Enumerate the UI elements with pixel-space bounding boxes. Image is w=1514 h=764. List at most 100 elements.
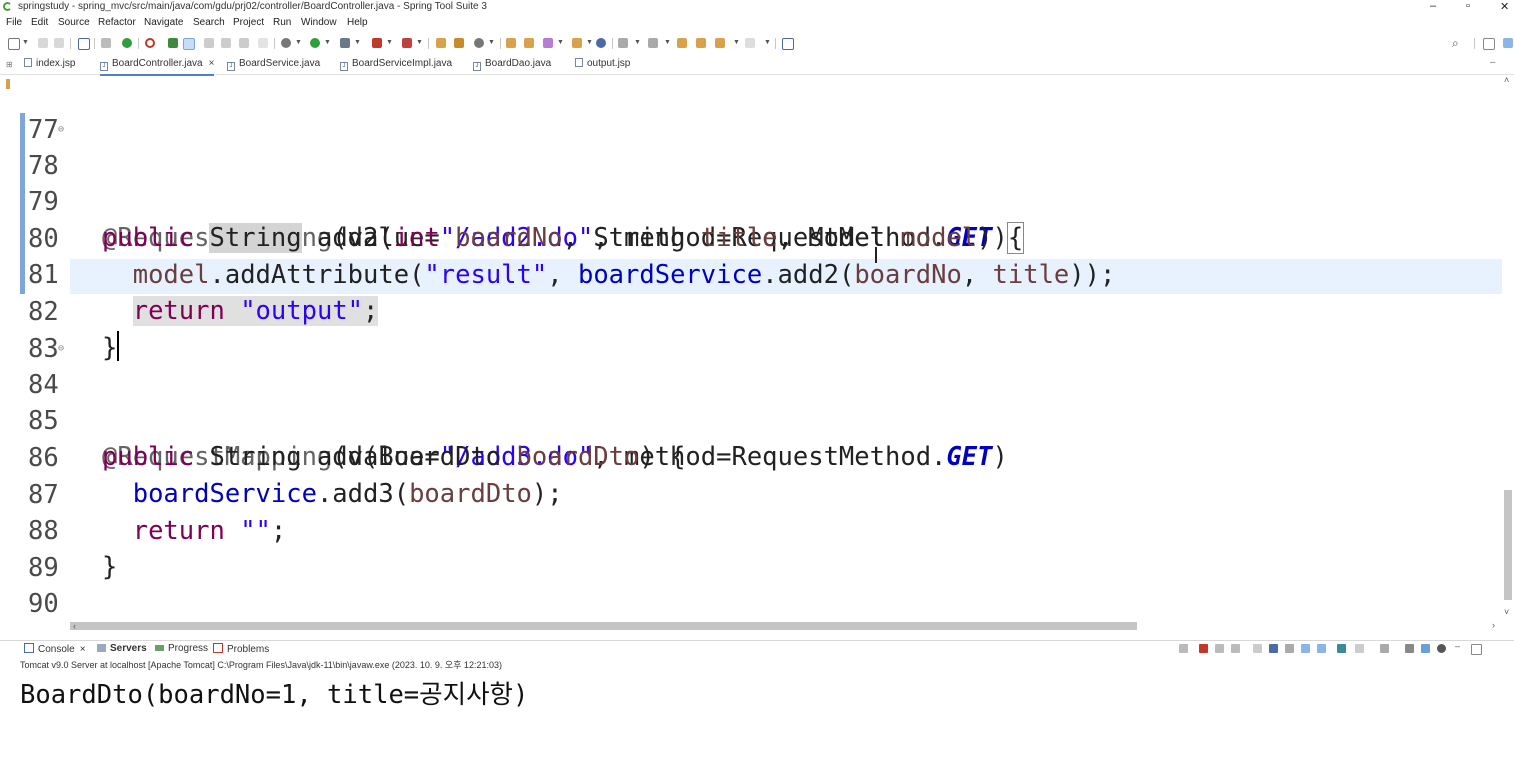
toggle-icon[interactable]	[204, 38, 214, 48]
debug-icon[interactable]	[281, 38, 291, 48]
new-console-icon[interactable]	[1405, 644, 1414, 653]
word-wrap-icon[interactable]	[1285, 644, 1294, 653]
code-editor[interactable]: 77 78 ⊖ @RequestMapping(value="/add2.do"…	[18, 75, 1502, 620]
save-all-icon[interactable]	[54, 38, 64, 48]
tab-console[interactable]: Console ×	[24, 643, 86, 655]
tab-progress[interactable]: Progress	[155, 643, 208, 654]
maximize-panel-icon[interactable]	[1471, 644, 1482, 655]
pen-icon[interactable]	[543, 38, 553, 48]
restore-button[interactable]: ▫	[1466, 0, 1470, 12]
start-server-icon[interactable]	[122, 38, 132, 48]
minimize-button[interactable]: –	[1430, 0, 1436, 12]
spring-icon[interactable]	[168, 38, 178, 48]
menu-project[interactable]: Project	[233, 17, 264, 28]
scroll-up-icon[interactable]: ˄	[1504, 75, 1509, 85]
back-arrow-icon[interactable]	[715, 38, 725, 48]
horizontal-scroll-thumb[interactable]	[70, 622, 1137, 630]
new-icon[interactable]	[8, 38, 20, 50]
tab-output-jsp[interactable]: output.jsp	[575, 58, 630, 74]
close-button[interactable]: ✕	[1500, 0, 1509, 13]
tab-board-service[interactable]: J BoardService.java	[227, 58, 320, 74]
chevron-down-icon[interactable]: ▼	[416, 39, 423, 46]
show-stdout-icon[interactable]	[1301, 644, 1310, 653]
menu-navigate[interactable]: Navigate	[144, 17, 183, 28]
forward-arrow-icon[interactable]	[745, 38, 755, 48]
chevron-down-icon[interactable]: ▼	[634, 39, 641, 46]
last-edit-icon[interactable]	[677, 38, 687, 48]
menu-source[interactable]: Source	[58, 17, 90, 28]
new-wizard-icon[interactable]	[474, 38, 484, 48]
scroll-lock-icon[interactable]	[1269, 644, 1278, 653]
next-annotation-icon[interactable]	[618, 38, 628, 48]
remove-all-icon[interactable]	[1231, 644, 1240, 653]
terminal-icon[interactable]	[78, 38, 90, 50]
scroll-down-icon[interactable]: ˅	[1504, 607, 1509, 617]
open-folder-icon[interactable]	[506, 38, 516, 48]
terminate-icon[interactable]	[1199, 644, 1208, 653]
remove-icon[interactable]	[1215, 644, 1224, 653]
open-type-icon[interactable]	[221, 38, 231, 48]
refresh-icon[interactable]	[145, 38, 155, 48]
skip-breakpoints-icon[interactable]	[101, 38, 111, 48]
fold-collapse-icon[interactable]: ⊖	[58, 331, 64, 367]
chevron-down-icon[interactable]: ▼	[22, 39, 29, 46]
scroll-left-icon[interactable]: ‹	[73, 621, 76, 631]
tasks-icon[interactable]	[402, 38, 412, 48]
external-tools-icon[interactable]	[340, 38, 350, 48]
menu-run[interactable]: Run	[273, 17, 291, 28]
run-icon[interactable]	[310, 38, 320, 48]
stop-icon[interactable]	[372, 38, 382, 48]
tab-board-service-impl[interactable]: J BoardServiceImpl.java	[340, 58, 452, 74]
chevron-down-icon[interactable]: ▼	[354, 39, 361, 46]
menu-help[interactable]: Help	[347, 17, 368, 28]
new-package-icon[interactable]	[436, 38, 446, 48]
tab-index-jsp[interactable]: index.jsp	[24, 58, 75, 74]
gear-icon[interactable]	[1437, 644, 1446, 653]
close-tab-icon[interactable]: ×	[80, 644, 86, 655]
display-console-icon[interactable]	[1355, 644, 1364, 653]
new-class-icon[interactable]	[454, 38, 464, 48]
open-console-icon[interactable]	[1380, 644, 1389, 653]
outline-icon[interactable]	[239, 38, 249, 48]
console-settings-icon[interactable]	[1421, 644, 1430, 653]
chevron-down-icon[interactable]: ▼	[664, 39, 671, 46]
globe-icon[interactable]	[596, 38, 606, 48]
paragraph-icon[interactable]	[258, 38, 268, 48]
scroll-right-icon[interactable]: ›	[1492, 620, 1495, 630]
forward-edit-icon[interactable]	[696, 38, 706, 48]
chevron-down-icon[interactable]: ▼	[386, 39, 393, 46]
chevron-down-icon[interactable]: ▼	[586, 39, 593, 46]
chevron-down-icon[interactable]: ▼	[295, 39, 302, 46]
fold-collapse-icon[interactable]: ⊖	[58, 112, 64, 148]
java-perspective-icon[interactable]	[1503, 38, 1513, 48]
tab-servers[interactable]: Servers	[97, 643, 147, 654]
pin-console-icon[interactable]	[1337, 644, 1346, 653]
vertical-scrollbar[interactable]: ˄ ˅	[1502, 75, 1514, 625]
tab-problems[interactable]: Problems	[213, 643, 269, 655]
clear-console-icon[interactable]	[1253, 644, 1262, 653]
remove-launch-icon[interactable]	[1179, 644, 1188, 653]
chevron-down-icon[interactable]: ▼	[733, 39, 740, 46]
menu-file[interactable]: File	[6, 17, 22, 28]
minimize-editor-icon[interactable]: –	[1490, 57, 1496, 73]
tab-board-dao[interactable]: J BoardDao.java	[473, 58, 551, 74]
chevron-down-icon[interactable]: ▼	[324, 39, 331, 46]
minimize-panel-icon[interactable]: –	[1455, 641, 1464, 651]
show-stderr-icon[interactable]	[1317, 644, 1326, 653]
menu-edit[interactable]: Edit	[31, 17, 48, 28]
chevron-down-icon[interactable]: ▼	[488, 39, 495, 46]
horizontal-scrollbar[interactable]: ›	[70, 620, 1502, 632]
chevron-down-icon[interactable]: ▼	[764, 39, 771, 46]
tab-board-controller[interactable]: J BoardController.java ×	[100, 58, 215, 76]
browser-icon[interactable]	[572, 38, 582, 48]
perspective-icon[interactable]	[1483, 38, 1495, 50]
prev-annotation-icon[interactable]	[648, 38, 658, 48]
search-icon[interactable]: ⌕	[1452, 36, 1459, 51]
save-icon[interactable]	[38, 38, 48, 48]
menu-refactor[interactable]: Refactor	[98, 17, 136, 28]
open-task-icon[interactable]	[524, 38, 534, 48]
vertical-scroll-thumb[interactable]	[1504, 490, 1512, 600]
chevron-down-icon[interactable]: ▼	[557, 39, 564, 46]
menu-search[interactable]: Search	[193, 17, 225, 28]
edit-icon[interactable]	[183, 38, 195, 50]
